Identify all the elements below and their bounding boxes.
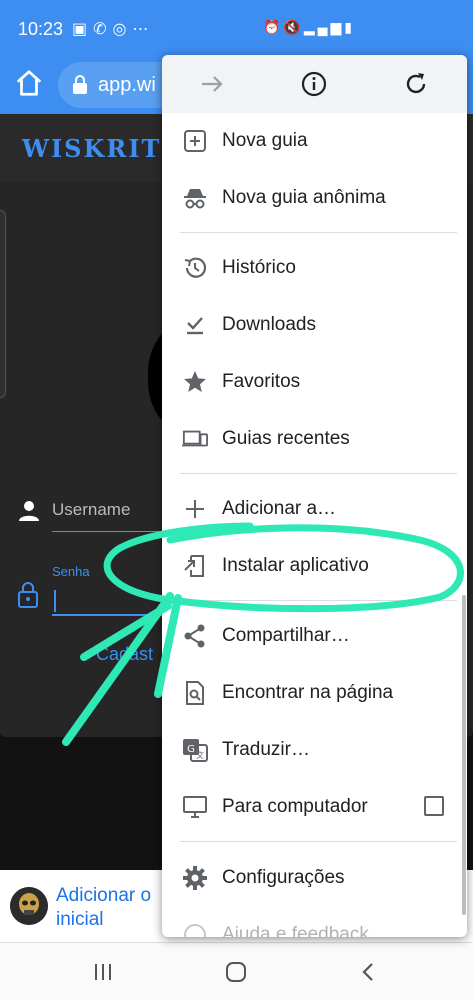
menu-scrollbar[interactable] bbox=[462, 595, 466, 915]
share-icon bbox=[184, 624, 205, 648]
menu-item-history[interactable]: Histórico bbox=[162, 243, 467, 293]
downloads-icon bbox=[187, 317, 203, 335]
menu-item-label: Nova guia anônima bbox=[222, 187, 386, 208]
menu-item-label: Instalar aplicativo bbox=[222, 555, 369, 576]
menu-item-label: Histórico bbox=[222, 257, 296, 278]
menu-top-actions bbox=[162, 55, 467, 113]
menu-divider bbox=[180, 841, 457, 842]
new-tab-icon bbox=[184, 130, 206, 152]
translate-icon: G 文 bbox=[183, 739, 208, 762]
username-placeholder: Username bbox=[52, 500, 131, 519]
image-icon: ▣ bbox=[72, 21, 94, 38]
menu-item-label: Guias recentes bbox=[222, 428, 350, 449]
menu-item-incognito[interactable]: Nova guia anônima bbox=[162, 173, 467, 223]
menu-item-share[interactable]: Compartilhar… bbox=[162, 611, 467, 661]
menu-item-label: Downloads bbox=[222, 314, 316, 335]
svg-text:G: G bbox=[187, 744, 195, 755]
text-cursor bbox=[54, 590, 56, 612]
find-in-page-icon bbox=[186, 681, 204, 705]
menu-item-recent-tabs[interactable]: Guias recentes bbox=[162, 414, 467, 464]
android-nav-bar bbox=[0, 942, 473, 1000]
back-icon[interactable] bbox=[356, 959, 382, 985]
menu-item-add-to-home[interactable]: Adicionar a… bbox=[162, 484, 467, 534]
forward-icon[interactable] bbox=[198, 70, 226, 98]
home-button-icon[interactable] bbox=[223, 959, 249, 985]
reload-icon[interactable] bbox=[402, 70, 430, 98]
devices-icon bbox=[182, 430, 208, 447]
user-icon bbox=[19, 501, 39, 521]
menu-item-find-in-page[interactable]: Encontrar na página bbox=[162, 668, 467, 718]
menu-divider bbox=[180, 473, 457, 474]
menu-item-settings[interactable]: Configurações bbox=[162, 853, 467, 903]
menu-item-label: Encontrar na página bbox=[222, 682, 394, 703]
lock-icon bbox=[73, 75, 87, 94]
menu-item-label: Para computador bbox=[222, 796, 368, 817]
site-logo: WISKRIT bbox=[22, 134, 162, 163]
alarm-icon: ⏰ bbox=[262, 19, 284, 35]
menu-item-help[interactable]: Ajuda e feedback bbox=[162, 910, 467, 937]
settings-icon bbox=[183, 866, 207, 890]
desktop-site-checkbox[interactable] bbox=[424, 796, 444, 816]
plus-icon bbox=[186, 500, 204, 518]
info-icon[interactable] bbox=[300, 70, 328, 98]
menu-item-label: Configurações bbox=[222, 867, 345, 888]
menu-item-downloads[interactable]: Downloads bbox=[162, 300, 467, 350]
notification-icons: ▣✆◎⋯ bbox=[72, 19, 155, 39]
cadastro-link[interactable]: Cadast bbox=[96, 644, 153, 665]
status-bar: 10:23 ▣✆◎⋯ ⏰🔇▂▄▆▮ bbox=[0, 0, 473, 58]
recent-apps-icon[interactable] bbox=[90, 959, 116, 985]
mute-icon: 🔇 bbox=[283, 19, 304, 35]
menu-item-label: Favoritos bbox=[222, 371, 301, 392]
menu-item-label: Compartilhar… bbox=[222, 625, 350, 646]
menu-item-label: Ajuda e feedback bbox=[222, 924, 369, 937]
history-icon bbox=[184, 257, 207, 278]
incognito-icon bbox=[184, 189, 206, 209]
star-icon bbox=[184, 371, 206, 392]
banner-text: Adicionar o inicial bbox=[56, 885, 152, 930]
battery-icon: ▮ bbox=[344, 19, 355, 35]
menu-item-label: Adicionar a… bbox=[222, 498, 337, 519]
menu-item-install-app[interactable]: Instalar aplicativo bbox=[162, 541, 467, 591]
menu-item-new-tab[interactable]: Nova guia bbox=[162, 116, 467, 166]
phone-icon: ✆ bbox=[93, 21, 113, 38]
4g-signal-icon: ▂▄▆ bbox=[303, 19, 345, 35]
menu-divider bbox=[180, 232, 457, 233]
install-app-icon bbox=[184, 555, 204, 577]
menu-item-label: Traduzir… bbox=[222, 739, 310, 760]
url-text: app.wi bbox=[98, 74, 156, 96]
home-icon[interactable] bbox=[14, 68, 44, 98]
menu-divider bbox=[180, 600, 457, 601]
svg-text:文: 文 bbox=[196, 750, 204, 760]
password-label: Senha bbox=[52, 564, 90, 579]
system-icons: ⏰🔇▂▄▆▮ bbox=[263, 19, 355, 36]
more-dots-icon: ⋯ bbox=[132, 21, 155, 38]
app-logo-icon bbox=[10, 887, 48, 925]
desktop-icon bbox=[183, 796, 207, 818]
side-drawer-handle[interactable] bbox=[0, 210, 6, 398]
status-time: 10:23 bbox=[18, 19, 64, 39]
password-lock-icon bbox=[18, 582, 38, 608]
menu-item-translate[interactable]: G 文 Traduzir… bbox=[162, 725, 467, 775]
overflow-menu: Nova guia Nova guia anônima Histórico Do… bbox=[162, 55, 467, 937]
whatsapp-icon: ◎ bbox=[112, 21, 133, 38]
menu-item-desktop-site[interactable]: Para computador bbox=[162, 782, 467, 832]
menu-item-bookmarks[interactable]: Favoritos bbox=[162, 357, 467, 407]
menu-item-label: Nova guia bbox=[222, 130, 308, 151]
help-icon bbox=[184, 924, 206, 937]
